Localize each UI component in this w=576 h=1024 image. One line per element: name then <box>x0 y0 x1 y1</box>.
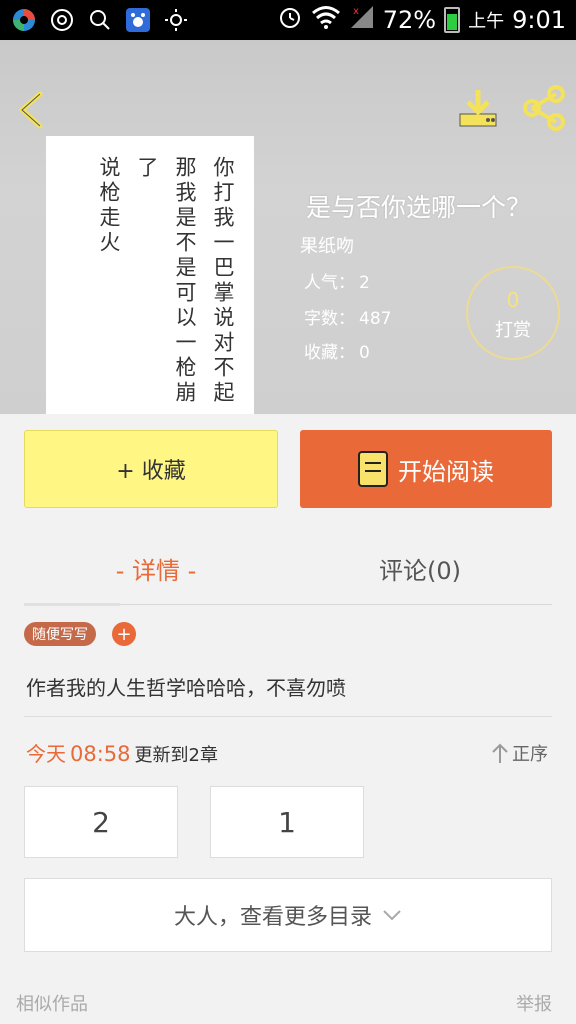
chevron-down-icon <box>383 910 401 921</box>
start-reading-label: 开始阅读 <box>398 457 494 486</box>
divider <box>24 716 552 717</box>
share-button[interactable] <box>520 84 568 132</box>
cover-line: 说枪走火 <box>97 156 121 256</box>
battery-percent: 72% <box>382 6 437 34</box>
tab-details[interactable]: - 详情 - <box>24 548 288 588</box>
stat-popularity: 人气： 2 <box>304 273 370 293</box>
tab-indicator <box>24 603 120 606</box>
tip-count: 0 <box>506 288 520 312</box>
book-description: 作者我的人生哲学哈哈哈，不喜勿喷 <box>26 676 346 700</box>
stat-value: 487 <box>359 309 392 329</box>
update-day: 今天 <box>26 742 66 766</box>
stat-value: 2 <box>359 273 370 293</box>
baidu-icon <box>124 6 152 34</box>
app-launcher-icon <box>10 6 38 34</box>
browser-icon <box>48 6 76 34</box>
update-text: 更新到2章 <box>134 745 218 766</box>
stat-favorites: 收藏： 0 <box>304 343 370 363</box>
similar-works-label: 相似作品 <box>16 994 88 1015</box>
download-button[interactable] <box>456 86 500 130</box>
chapter-item[interactable]: 2 <box>24 786 178 858</box>
favorite-button[interactable]: + 收藏 <box>24 430 278 508</box>
chapter-item[interactable]: 1 <box>210 786 364 858</box>
update-info: 今天 08:58 更新到2章 <box>26 738 218 767</box>
download-icon <box>459 90 497 127</box>
cover-line: 那我是不是可以一枪崩了 <box>135 156 197 406</box>
cover-text: 你打我一巴掌说对不起 那我是不是可以一枪崩了 说枪走火 <box>90 156 242 414</box>
book-author: 果纸吻 <box>300 236 354 257</box>
chapter-number: 1 <box>278 805 296 839</box>
stat-label: 人气 <box>304 273 338 293</box>
update-time: 08:58 <box>70 742 131 766</box>
start-reading-button[interactable]: 开始阅读 <box>300 430 552 508</box>
stat-label: 字数 <box>304 309 338 329</box>
book-header: 你打我一巴掌说对不起 那我是不是可以一枪崩了 说枪走火 是与否你选哪一个？ 果纸… <box>0 40 576 414</box>
back-button[interactable] <box>12 88 52 132</box>
signal-icon: x <box>349 4 375 36</box>
tip-button[interactable]: 0 打赏 <box>466 266 560 360</box>
ampm-label: 上午 <box>468 11 505 32</box>
wifi-icon <box>311 4 341 36</box>
add-tag-button[interactable]: + <box>112 622 136 646</box>
stat-word-count: 字数： 487 <box>304 309 392 329</box>
book-cover[interactable]: 你打我一巴掌说对不起 那我是不是可以一枪崩了 说枪走火 <box>46 136 254 414</box>
battery-icon <box>444 7 461 33</box>
cover-line: 你打我一巴掌说对不起 <box>211 156 235 406</box>
arrow-up-icon <box>492 743 508 763</box>
sort-label: 正序 <box>512 744 548 765</box>
svg-text:x: x <box>353 6 359 17</box>
book-title: 是与否你选哪一个？ <box>306 193 532 222</box>
share-icon <box>523 85 565 131</box>
status-bar: x 72% 上午 9:01 <box>0 0 576 40</box>
alarm-icon <box>277 4 303 36</box>
clock: 9:01 <box>512 6 566 34</box>
more-toc-label: 大人，查看更多目录 <box>173 905 372 930</box>
tab-details-label: - 详情 - <box>115 556 197 585</box>
stat-label: 收藏 <box>304 343 338 363</box>
category-tag-label: 随便写写 <box>32 627 88 643</box>
stat-value: 0 <box>359 343 370 363</box>
chapter-number: 2 <box>92 805 110 839</box>
more-toc-button[interactable]: 大人，查看更多目录 <box>24 878 552 952</box>
tab-comments[interactable]: 评论(0) <box>288 548 552 588</box>
search-icon <box>86 6 114 34</box>
report-button[interactable]: 举报 <box>516 990 552 1016</box>
brightness-icon <box>162 6 190 34</box>
category-tag[interactable]: 随便写写 <box>24 622 96 646</box>
tip-label: 打赏 <box>495 320 531 341</box>
sort-toggle[interactable]: 正序 <box>490 740 548 766</box>
add-tag-label: + <box>116 623 132 645</box>
tab-comments-label: 评论(0) <box>379 556 461 585</box>
book-icon <box>358 451 388 487</box>
favorite-label: + 收藏 <box>116 459 186 484</box>
